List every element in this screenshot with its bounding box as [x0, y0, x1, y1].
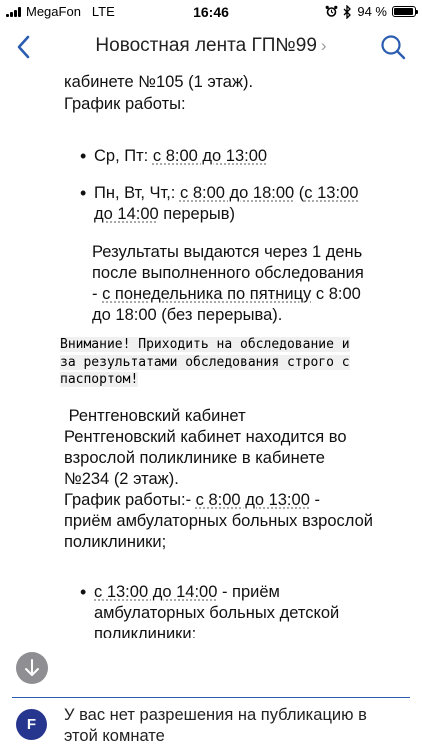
text-line: поликлиники; — [64, 533, 167, 551]
status-right: 94 % — [325, 4, 418, 19]
alarm-icon — [325, 5, 338, 17]
list-item: Пн, Вт, Чт,: с 8:00 до 18:00 (с 13:00 — [80, 183, 359, 204]
text-fragment: перерыв) — [158, 205, 236, 223]
status-bar: MegaFon LTE 16:46 94 % — [0, 0, 422, 24]
search-icon — [381, 35, 406, 60]
text-line: График работы: — [64, 95, 186, 113]
text-fragment: Пн, Вт, Чт,: — [94, 184, 180, 202]
day-range: с понедельника по пятницу — [102, 285, 312, 303]
list-item: Ср, Пт: с 8:00 до 13:00 — [80, 146, 268, 167]
text-line: приём амбулаторных больных взрослой — [64, 512, 373, 530]
text-line: кабинете №105 (1 этаж). — [64, 73, 254, 91]
list-item: с 13:00 до 14:00 - приём — [80, 582, 280, 603]
time-range: с 8:00 до 13:00 — [152, 147, 268, 165]
arrow-down-icon — [25, 659, 39, 676]
no-permission-notice: У вас нет разрешения на публикацию в это… — [64, 705, 404, 747]
avatar[interactable]: F — [16, 709, 47, 740]
battery-icon — [392, 6, 418, 17]
text-line: График работы:- с 8:00 до 13:00 - — [64, 490, 320, 511]
composer-divider — [12, 697, 410, 698]
room-title-text: Новостная лента ГП№99 — [95, 35, 317, 56]
nav-bar: Новостная лента ГП№99 › — [0, 24, 422, 70]
battery-percent: 94 % — [357, 4, 387, 19]
time-range: с 13:00 — [304, 184, 359, 202]
text-fragment: ( — [294, 184, 305, 202]
text-fragment: - — [92, 285, 103, 303]
search-button[interactable] — [378, 32, 408, 62]
room-title[interactable]: Новостная лента ГП№99 › — [60, 35, 362, 57]
time-range: с 8:00 до 18:00 — [179, 184, 295, 202]
text-line: Результаты выдаются через 1 день — [92, 243, 363, 261]
text-fragment: - — [309, 491, 320, 509]
text-line: - с понедельника по пятницу с 8:00 — [92, 284, 361, 305]
text-line: Рентгеновский кабинет находится во — [64, 428, 347, 446]
notice-line: этой комнате — [64, 727, 165, 745]
chevron-right-icon: › — [320, 36, 327, 55]
notice-line: паспортом! — [60, 372, 139, 387]
chevron-left-icon — [17, 35, 30, 59]
scroll-to-bottom-button[interactable] — [16, 652, 48, 684]
notice-line: за результатами обследования строго с — [60, 354, 350, 370]
notice-block: Внимание! Приходить на обследование и за… — [60, 336, 398, 389]
section-heading: Рентгеновский кабинет — [64, 407, 246, 425]
text-line: после выполненного обследования — [92, 264, 364, 282]
time-range: с 13:00 до 14:00 — [94, 583, 218, 601]
time-range: с 8:00 до 13:00 — [195, 491, 310, 509]
time-range: до 14:00 — [94, 205, 159, 223]
bluetooth-icon — [343, 4, 352, 19]
back-button[interactable] — [8, 32, 38, 62]
text-line: поликлиники; — [94, 625, 197, 638]
message-body: кабинете №105 (1 этаж). График работы: С… — [0, 70, 422, 638]
notice-line: Внимание! Приходить на обследование и — [60, 337, 350, 352]
text-line: взрослой поликлинике в кабинете — [64, 449, 325, 467]
text-line: до 18:00 (без перерыва). — [92, 306, 283, 324]
text-fragment: - приём — [217, 583, 280, 601]
text-fragment: График работы:- — [64, 491, 196, 509]
notice-line: У вас нет разрешения на публикацию в — [64, 706, 367, 724]
text-fragment: с 8:00 — [311, 285, 361, 303]
text-fragment: Ср, Пт: — [94, 147, 153, 165]
text-line: до 14:00 перерыв) — [94, 204, 235, 225]
text-line: №234 (2 этаж). — [64, 470, 179, 488]
battery-level-fill — [394, 8, 413, 15]
text-line: амбулаторных больных детской — [94, 604, 340, 622]
